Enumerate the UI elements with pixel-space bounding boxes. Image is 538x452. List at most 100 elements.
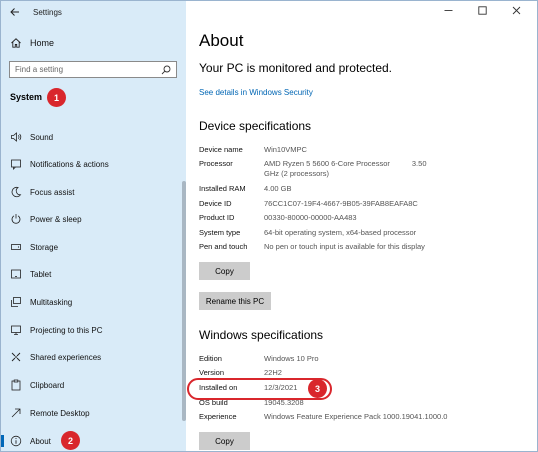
sidebar-item-label: Tablet	[30, 269, 52, 279]
sidebar-item-label: Sound	[30, 132, 54, 142]
search-input[interactable]: Find a setting	[9, 61, 177, 78]
spec-row-installed-ram: Installed RAM 4.00 GB	[199, 184, 292, 198]
spec-value: No pen or touch input is available for t…	[264, 242, 425, 251]
sidebar-item-about[interactable]: About	[1, 432, 186, 450]
sidebar-item-label: Notifications & actions	[30, 159, 109, 169]
spec-row-device-id: Device ID 76CC1C07-19F4-4667-9B05-39FAB8…	[199, 199, 418, 213]
minimize-button[interactable]	[431, 6, 465, 18]
remote-desktop-icon	[11, 408, 21, 418]
processor-name: AMD Ryzen 5 5600 6-Core Processor	[264, 159, 390, 168]
spec-key: Device ID	[199, 199, 232, 208]
device-specs-heading: Device specifications	[199, 119, 312, 133]
windows-specs-heading: Windows specifications	[199, 328, 324, 342]
back-arrow-icon	[10, 8, 19, 16]
info-icon	[10, 435, 22, 447]
sidebar-item-label: Remote Desktop	[30, 408, 90, 418]
spec-key: Processor	[199, 159, 233, 168]
spec-value: 64-bit operating system, x64-based proce…	[264, 228, 417, 237]
minimize-icon	[444, 10, 452, 11]
maximize-button[interactable]	[465, 6, 499, 18]
clipboard-icon	[11, 379, 21, 391]
sidebar-item-label: Clipboard	[30, 380, 65, 390]
settings-window: Settings Home Find a setting System Soun…	[0, 0, 538, 452]
speaker-icon	[11, 132, 22, 142]
window-controls	[431, 1, 533, 23]
spec-value: Windows 10 Pro	[264, 354, 319, 363]
power-icon	[11, 214, 21, 224]
copy-device-specs-button[interactable]: Copy	[199, 262, 250, 280]
processor-detail: GHz (2 processors)	[264, 169, 330, 178]
annotation-badge-1: 1	[47, 88, 66, 107]
sidebar: Settings Home Find a setting System Soun…	[1, 1, 186, 451]
sidebar-item-label: Power & sleep	[30, 214, 82, 224]
search-icon	[161, 65, 171, 74]
sidebar-item-sound[interactable]: Sound	[1, 128, 186, 146]
spec-key: OS build	[199, 398, 228, 407]
processor-speed: 3.50	[411, 159, 427, 168]
spec-row-edition: Edition Windows 10 Pro	[199, 354, 319, 368]
moon-icon	[11, 186, 22, 198]
spec-value: AMD Ryzen 5 5600 6-Core Processor 3.50 GH…	[264, 159, 427, 183]
sidebar-item-projecting[interactable]: Projecting to this PC	[1, 321, 186, 339]
spec-value: 76CC1C07-19F4-4667-9B05-39FAB8EAFA8C	[264, 199, 418, 208]
sidebar-item-shared-experiences[interactable]: Shared experiences	[1, 348, 186, 366]
multitasking-icon	[11, 297, 21, 307]
sidebar-item-clipboard[interactable]: Clipboard	[1, 376, 186, 394]
spec-row-product-id: Product ID 00330-80000-00000-AA483	[199, 213, 357, 227]
home-label: Home	[30, 38, 55, 48]
sidebar-item-notifications[interactable]: Notifications & actions	[1, 155, 186, 173]
spec-key: Pen and touch	[199, 242, 248, 251]
spec-value: 19045.3208	[264, 398, 304, 407]
sidebar-item-focus-assist[interactable]: Focus assist	[1, 183, 186, 201]
spec-value: 00330-80000-00000-AA483	[264, 213, 357, 222]
shared-experiences-icon	[11, 352, 21, 362]
sidebar-item-power-sleep[interactable]: Power & sleep	[1, 210, 186, 228]
projector-icon	[11, 325, 21, 335]
storage-icon	[11, 244, 21, 250]
sidebar-item-label: Projecting to this PC	[30, 325, 103, 335]
spec-row-pen-touch: Pen and touch No pen or touch input is a…	[199, 242, 425, 256]
sidebar-item-storage[interactable]: Storage	[1, 238, 186, 256]
tablet-icon	[11, 269, 21, 279]
spec-key: Device name	[199, 145, 243, 154]
protection-status: Your PC is monitored and protected.	[199, 61, 393, 75]
annotation-highlight-oval	[187, 378, 332, 400]
spec-key: Edition	[199, 354, 222, 363]
sidebar-item-label: Multitasking	[30, 297, 73, 307]
sidebar-item-label: Shared experiences	[30, 352, 102, 362]
search-placeholder: Find a setting	[15, 65, 64, 74]
spec-row-experience: Experience Windows Feature Experience Pa…	[199, 412, 447, 426]
rename-pc-button[interactable]: Rename this PC	[199, 292, 271, 310]
spec-row-os-build: OS build 19045.3208	[199, 398, 304, 412]
spec-row-system-type: System type 64-bit operating system, x64…	[199, 228, 416, 242]
section-title: System	[10, 92, 43, 102]
sidebar-item-multitasking[interactable]: Multitasking	[1, 293, 186, 311]
spec-key: System type	[199, 228, 241, 237]
notification-icon	[11, 159, 21, 170]
spec-key: Experience	[199, 412, 237, 421]
spec-row-device-name: Device name Win10VMPC	[199, 145, 307, 159]
title-bar: Settings	[1, 1, 186, 23]
maximize-icon	[477, 6, 487, 15]
copy-windows-specs-button[interactable]: Copy	[199, 432, 250, 450]
spec-value: Win10VMPC	[264, 145, 307, 154]
sidebar-item-label: Storage	[30, 242, 59, 252]
home-nav-item[interactable]: Home	[1, 34, 186, 52]
close-button[interactable]	[499, 6, 533, 18]
security-link[interactable]: See details in Windows Security	[199, 88, 313, 97]
spec-value: Windows Feature Experience Pack 1000.190…	[264, 412, 448, 421]
page-title: About	[199, 31, 244, 50]
sidebar-item-remote-desktop[interactable]: Remote Desktop	[1, 404, 186, 422]
home-icon	[11, 38, 21, 48]
spec-row-processor: Processor AMD Ryzen 5 5600 6-Core Proces…	[199, 159, 427, 183]
spec-value: 4.00 GB	[264, 184, 292, 193]
sidebar-item-label: About	[30, 436, 51, 446]
annotation-badge-2: 2	[61, 431, 80, 450]
spec-key: Installed RAM	[199, 184, 246, 193]
spec-key: Product ID	[199, 213, 235, 222]
close-icon	[512, 6, 520, 15]
sidebar-item-tablet[interactable]: Tablet	[1, 265, 186, 283]
app-title: Settings	[33, 7, 62, 17]
sidebar-item-label: Focus assist	[30, 187, 75, 197]
back-button[interactable]	[1, 1, 29, 23]
